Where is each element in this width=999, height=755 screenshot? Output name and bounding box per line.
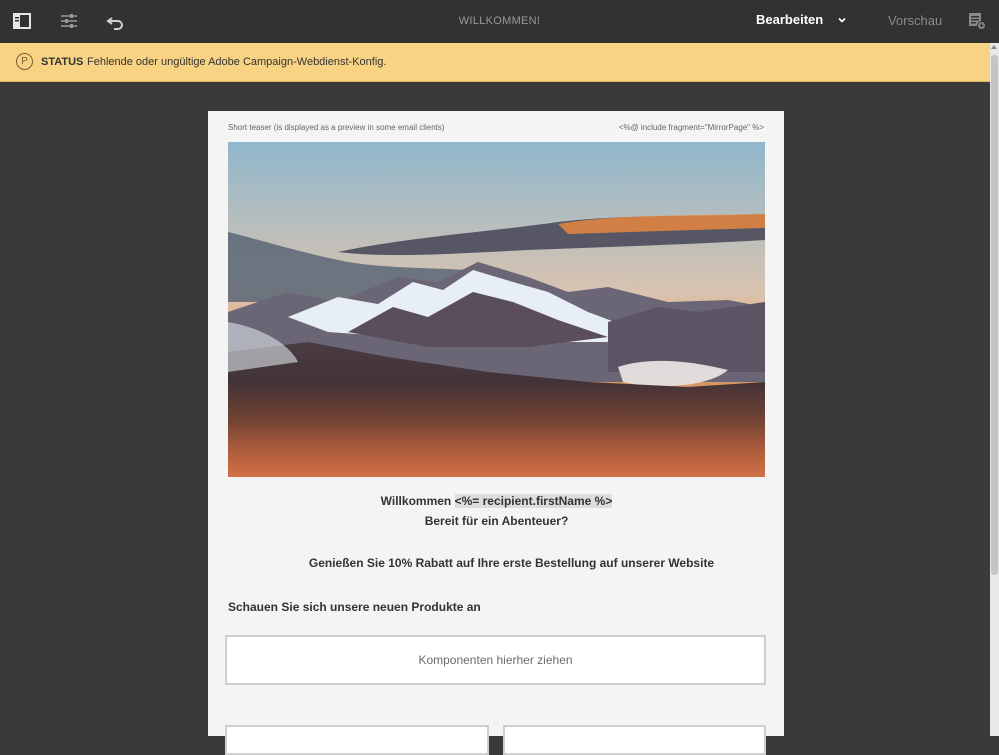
document-title: WILLKOMMEN! — [458, 15, 541, 27]
side-panel-icon[interactable] — [967, 11, 987, 31]
undo-icon[interactable] — [105, 10, 127, 32]
preview-button[interactable]: Vorschau — [888, 13, 942, 28]
personalization-token[interactable]: <%= recipient.firstName %> — [454, 494, 613, 508]
greeting-text: Willkommen — [380, 494, 452, 508]
products-heading[interactable]: Schauen Sie sich unsere neuen Produkte a… — [228, 600, 481, 614]
hero-image[interactable] — [228, 142, 765, 477]
component-dropzone[interactable]: Komponenten hierher ziehen — [225, 635, 766, 685]
sidebar-toggle-icon[interactable] — [11, 10, 33, 32]
component-dropzone-left[interactable] — [225, 725, 489, 755]
editor-toolbar: WILLKOMMEN! Bearbeiten Vorschau — [0, 0, 999, 43]
properties-sliders-icon[interactable] — [58, 10, 80, 32]
greeting-subtitle: Bereit für ein Abenteuer? — [424, 514, 569, 528]
info-circle-icon: P — [16, 53, 33, 70]
mirror-page-fragment[interactable]: <%@ include fragment="MirrorPage" %> — [619, 123, 764, 132]
email-canvas: Short teaser (is displayed as a preview … — [208, 111, 784, 755]
status-label: STATUS — [41, 56, 84, 68]
edit-mode-button[interactable]: Bearbeiten — [756, 12, 823, 27]
greeting-block[interactable]: Willkommen <%= recipient.firstName %> Be… — [228, 491, 765, 531]
vertical-scrollbar[interactable] — [990, 43, 999, 736]
preview-teaser[interactable]: Short teaser (is displayed as a preview … — [228, 123, 445, 132]
scroll-up-arrow-icon[interactable] — [991, 45, 997, 49]
status-bar: P STATUS Fehlende oder ungültige Adobe C… — [0, 43, 999, 82]
discount-text[interactable]: Genießen Sie 10% Rabatt auf Ihre erste B… — [228, 556, 765, 570]
scrollbar-thumb[interactable] — [991, 55, 998, 575]
status-message: Fehlende oder ungültige Adobe Campaign-W… — [87, 56, 387, 68]
chevron-down-icon[interactable] — [836, 14, 848, 26]
component-dropzone-right[interactable] — [503, 725, 766, 755]
